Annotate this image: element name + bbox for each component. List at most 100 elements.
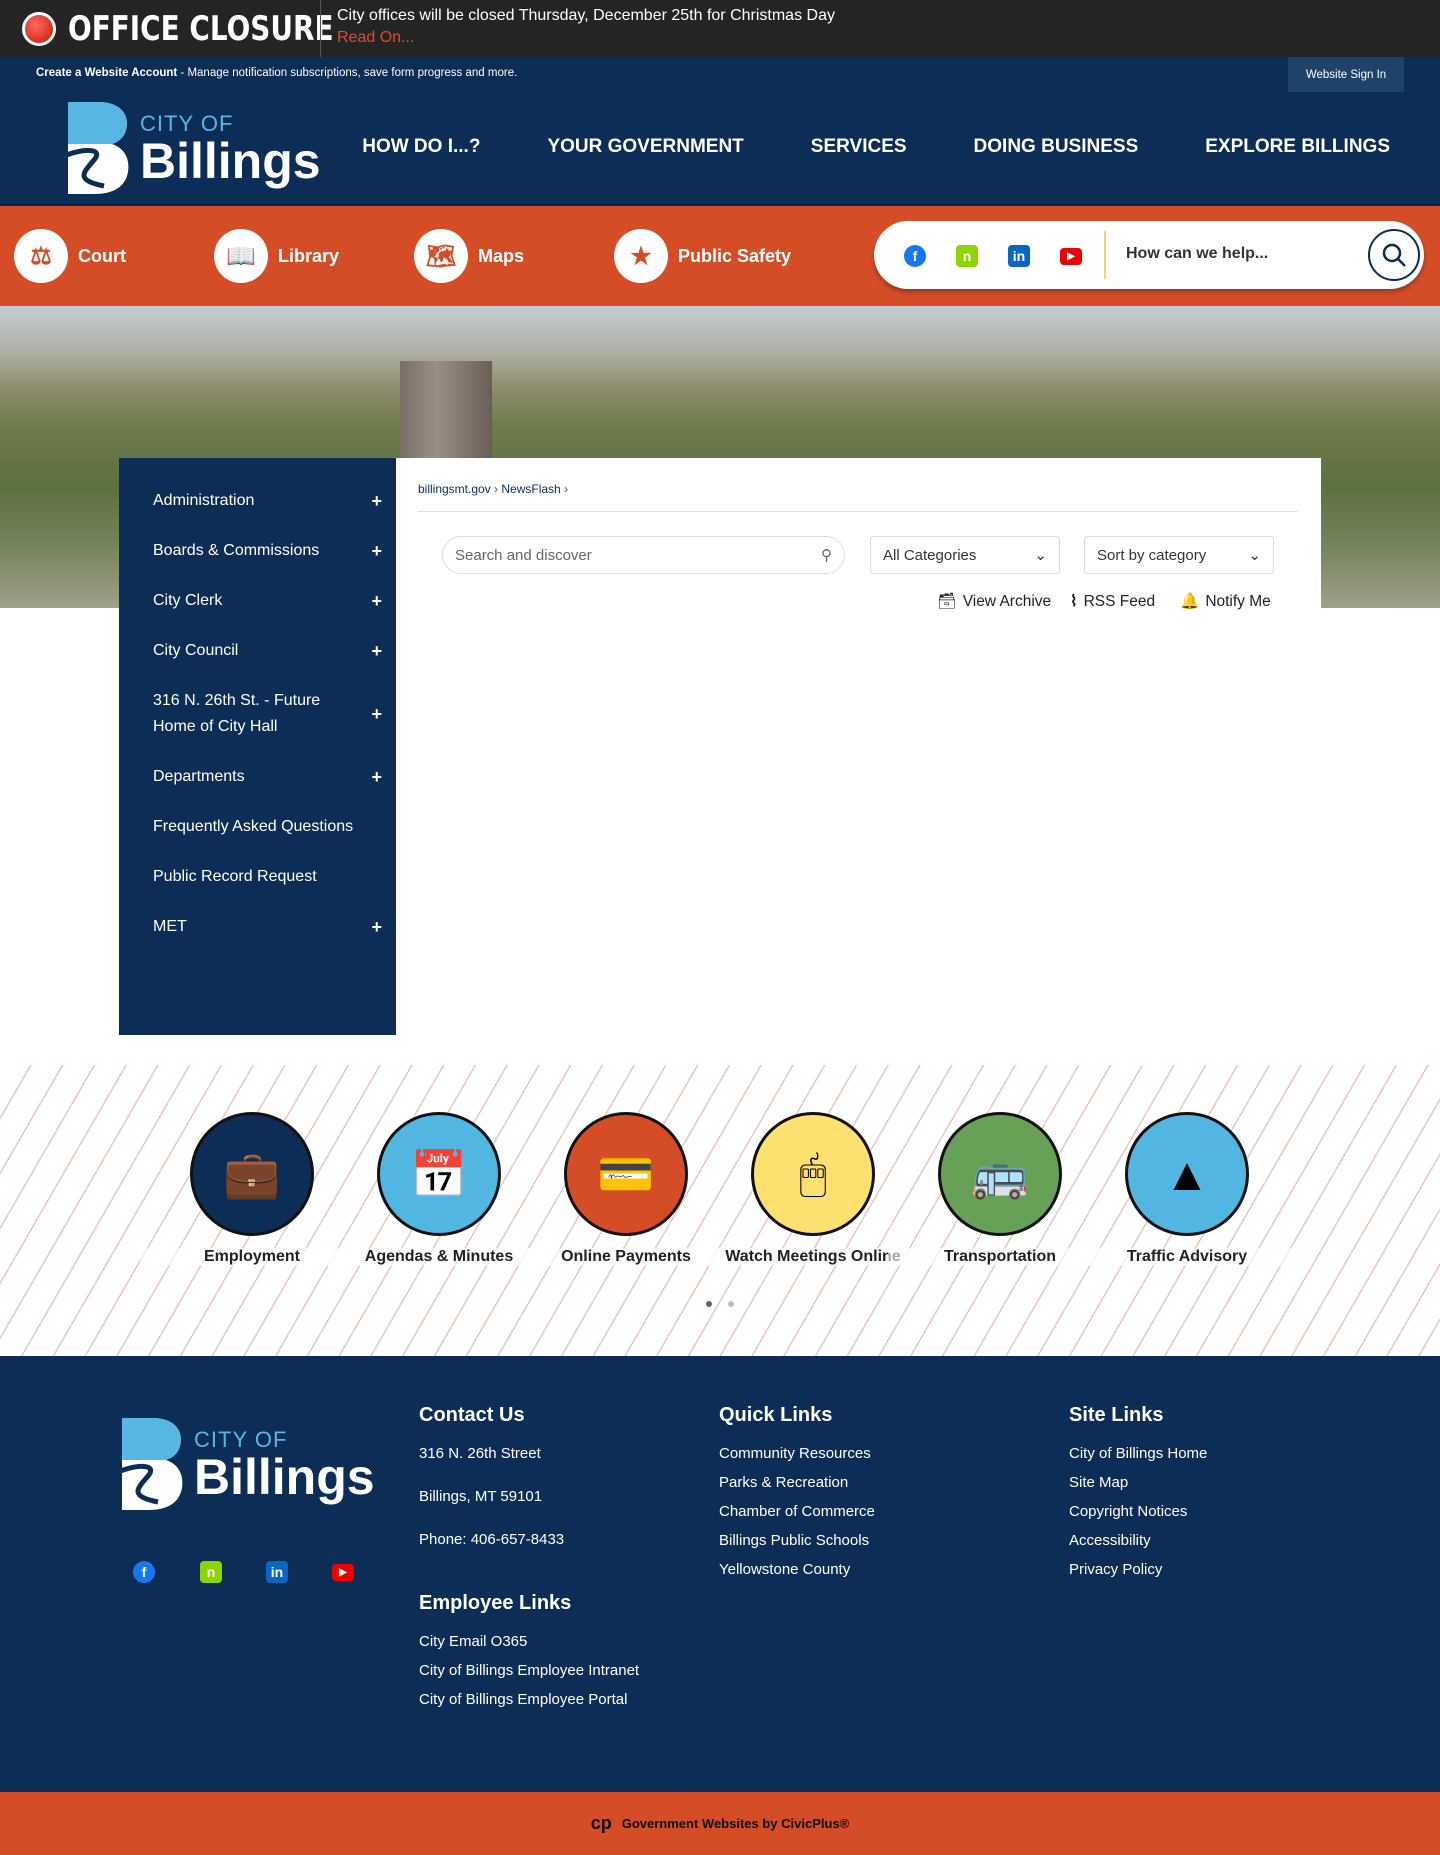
footer-link[interactable]: Chamber of Commerce xyxy=(719,1503,875,1520)
quick-nav-public-safety[interactable]: ★ Public Safety xyxy=(614,229,791,283)
expand-icon[interactable]: + xyxy=(371,638,382,664)
alert-icon xyxy=(22,12,56,46)
read-on-link[interactable]: Read On... xyxy=(337,29,414,47)
search-placeholder: Search and discover xyxy=(455,546,592,564)
newsflash-content: billingsmt.gov › NewsFlash › Search and … xyxy=(396,458,1321,611)
nav-doing-business[interactable]: DOING BUSINESS xyxy=(974,136,1139,158)
nextdoor-icon[interactable]: n xyxy=(956,245,978,267)
briefcase-icon: 💼 xyxy=(190,1112,314,1236)
tile-transportation[interactable]: 🚌 Transportation xyxy=(888,1112,1112,1266)
chevron-down-icon: ⌄ xyxy=(1034,547,1047,564)
newsflash-search-input[interactable]: Search and discover ⚲ xyxy=(442,536,845,574)
alert-message: City offices will be closed Thursday, De… xyxy=(337,7,835,24)
quick-nav-maps[interactable]: 🗺 Maps xyxy=(414,229,524,283)
nav-services[interactable]: SERVICES xyxy=(811,136,907,158)
logo-name: Billings xyxy=(140,133,321,189)
expand-icon[interactable]: + xyxy=(371,914,382,940)
sidebar-item-departments[interactable]: Departments + xyxy=(119,752,396,802)
footer-link[interactable]: Yellowstone County xyxy=(719,1561,875,1578)
tile-agendas-minutes[interactable]: 📅 Agendas & Minutes xyxy=(327,1112,551,1266)
logo-mark-icon xyxy=(118,1418,183,1510)
search-icon xyxy=(1382,243,1406,267)
map-icon: 🗺 xyxy=(414,229,468,283)
sidebar-item-boards[interactable]: Boards & Commissions + xyxy=(119,526,396,576)
traffic-cone-icon: ▲ xyxy=(1125,1112,1249,1236)
employee-links-heading: Employee Links xyxy=(419,1592,572,1614)
nav-how-do-i[interactable]: HOW DO I...? xyxy=(362,136,480,158)
footer-link[interactable]: City of Billings Employee Portal xyxy=(419,1691,639,1708)
footer-logo[interactable]: CITY OF Billings xyxy=(118,1416,375,1512)
expand-icon[interactable]: + xyxy=(371,701,382,727)
city-logo[interactable]: CITY OF Billings xyxy=(64,100,321,196)
create-account-link[interactable]: Create a Website Account xyxy=(36,67,177,79)
tile-traffic-advisory[interactable]: ▲ Traffic Advisory xyxy=(1075,1112,1299,1266)
quick-nav-court[interactable]: ⚖ Court xyxy=(14,229,126,283)
footer-link[interactable]: Copyright Notices xyxy=(1069,1503,1207,1520)
sidebar-item-label: City Council xyxy=(153,642,239,659)
linkedin-icon[interactable]: in xyxy=(266,1561,288,1583)
site-links-heading: Site Links xyxy=(1069,1404,1164,1426)
facebook-icon[interactable]: f xyxy=(133,1561,155,1583)
gavel-icon: ⚖ xyxy=(14,229,68,283)
quick-nav-label: Library xyxy=(278,245,340,266)
sidebar-item-label: Public Record Request xyxy=(153,868,317,885)
sidebar-item-public-record-request[interactable]: Public Record Request xyxy=(119,852,396,902)
sort-select[interactable]: Sort by category ⌄ xyxy=(1084,536,1274,574)
footer-link[interactable]: Community Resources xyxy=(719,1445,875,1462)
expand-icon[interactable]: + xyxy=(371,488,382,514)
site-search-input[interactable]: How can we help... xyxy=(1126,245,1268,263)
youtube-icon[interactable]: ▶ xyxy=(332,1564,354,1581)
calendar-clock-icon: 📅 xyxy=(377,1112,501,1236)
carousel-dot-active[interactable] xyxy=(706,1301,712,1307)
category-select[interactable]: All Categories ⌄ xyxy=(870,536,1060,574)
tile-online-payments[interactable]: 💳 Online Payments xyxy=(514,1112,738,1266)
search-button[interactable] xyxy=(1368,229,1420,281)
nextdoor-icon[interactable]: n xyxy=(200,1561,222,1583)
footer-link[interactable]: Privacy Policy xyxy=(1069,1561,1207,1578)
footer-link[interactable]: City of Billings Home xyxy=(1069,1445,1207,1462)
expand-icon[interactable]: + xyxy=(371,764,382,790)
quick-nav-library[interactable]: 📖 Library xyxy=(214,229,339,283)
footer-link[interactable]: Accessibility xyxy=(1069,1532,1207,1549)
carousel-dot[interactable] xyxy=(728,1301,734,1307)
tile-employment[interactable]: 💼 Employment xyxy=(140,1112,364,1266)
sidebar-item-met[interactable]: MET + xyxy=(119,902,396,952)
mouse-click-icon: 🖱 xyxy=(751,1112,875,1236)
linkedin-icon[interactable]: in xyxy=(1008,245,1030,267)
breadcrumb-newsflash[interactable]: NewsFlash xyxy=(501,482,560,496)
footer-link[interactable]: City of Billings Employee Intranet xyxy=(419,1662,639,1679)
search-icon: ⚲ xyxy=(821,547,832,564)
footer-link[interactable]: Billings Public Schools xyxy=(719,1532,875,1549)
main-nav: HOW DO I...? YOUR GOVERNMENT SERVICES DO… xyxy=(362,136,1390,158)
sidebar-item-label: MET xyxy=(153,918,187,935)
nav-your-government[interactable]: YOUR GOVERNMENT xyxy=(547,136,743,158)
facebook-icon[interactable]: f xyxy=(904,245,926,267)
footer-link[interactable]: Site Map xyxy=(1069,1474,1207,1491)
alert-bar: OFFICE CLOSURE City offices will be clos… xyxy=(0,0,1440,57)
youtube-icon[interactable]: ▶ xyxy=(1060,248,1082,265)
bus-icon: 🚌 xyxy=(938,1112,1062,1236)
quick-nav-bar: ⚖ Court 📖 Library 🗺 Maps ★ Public Safety f n… xyxy=(0,206,1440,306)
site-links-column: Site Links City of Billings Home Site Ma… xyxy=(1069,1404,1207,1590)
notify-me-link[interactable]: 🔔 Notify Me xyxy=(1180,592,1271,611)
action-label: Notify Me xyxy=(1205,592,1271,610)
sidebar-item-future-city-hall[interactable]: 316 N. 26th St. - Future Home of City Ha… xyxy=(119,676,396,752)
footer-link[interactable]: Parks & Recreation xyxy=(719,1474,875,1491)
breadcrumb-home[interactable]: billingsmt.gov xyxy=(418,482,491,496)
sidebar-item-city-council[interactable]: City Council + xyxy=(119,626,396,676)
expand-icon[interactable]: + xyxy=(371,538,382,564)
address-line: Billings, MT 59101 xyxy=(419,1488,543,1505)
view-archive-link[interactable]: 🗃 View Archive xyxy=(937,592,1051,611)
expand-icon[interactable]: + xyxy=(371,588,382,614)
footer-link[interactable]: City Email O365 xyxy=(419,1633,639,1650)
rss-feed-link[interactable]: ⌇ RSS Feed xyxy=(1070,592,1155,611)
divider xyxy=(418,511,1298,512)
civicplus-link[interactable]: Government Websites by CivicPlus® xyxy=(622,1816,850,1831)
nav-explore-billings[interactable]: EXPLORE BILLINGS xyxy=(1205,136,1390,158)
website-sign-in-button[interactable]: Website Sign In xyxy=(1288,57,1404,92)
sidebar-item-faq[interactable]: Frequently Asked Questions xyxy=(119,802,396,852)
tile-watch-meetings[interactable]: 🖱 Watch Meetings Online xyxy=(701,1112,925,1266)
sidebar-item-administration[interactable]: Administration + xyxy=(119,476,396,526)
sidebar-item-city-clerk[interactable]: City Clerk + xyxy=(119,576,396,626)
quick-links-heading: Quick Links xyxy=(719,1404,833,1426)
